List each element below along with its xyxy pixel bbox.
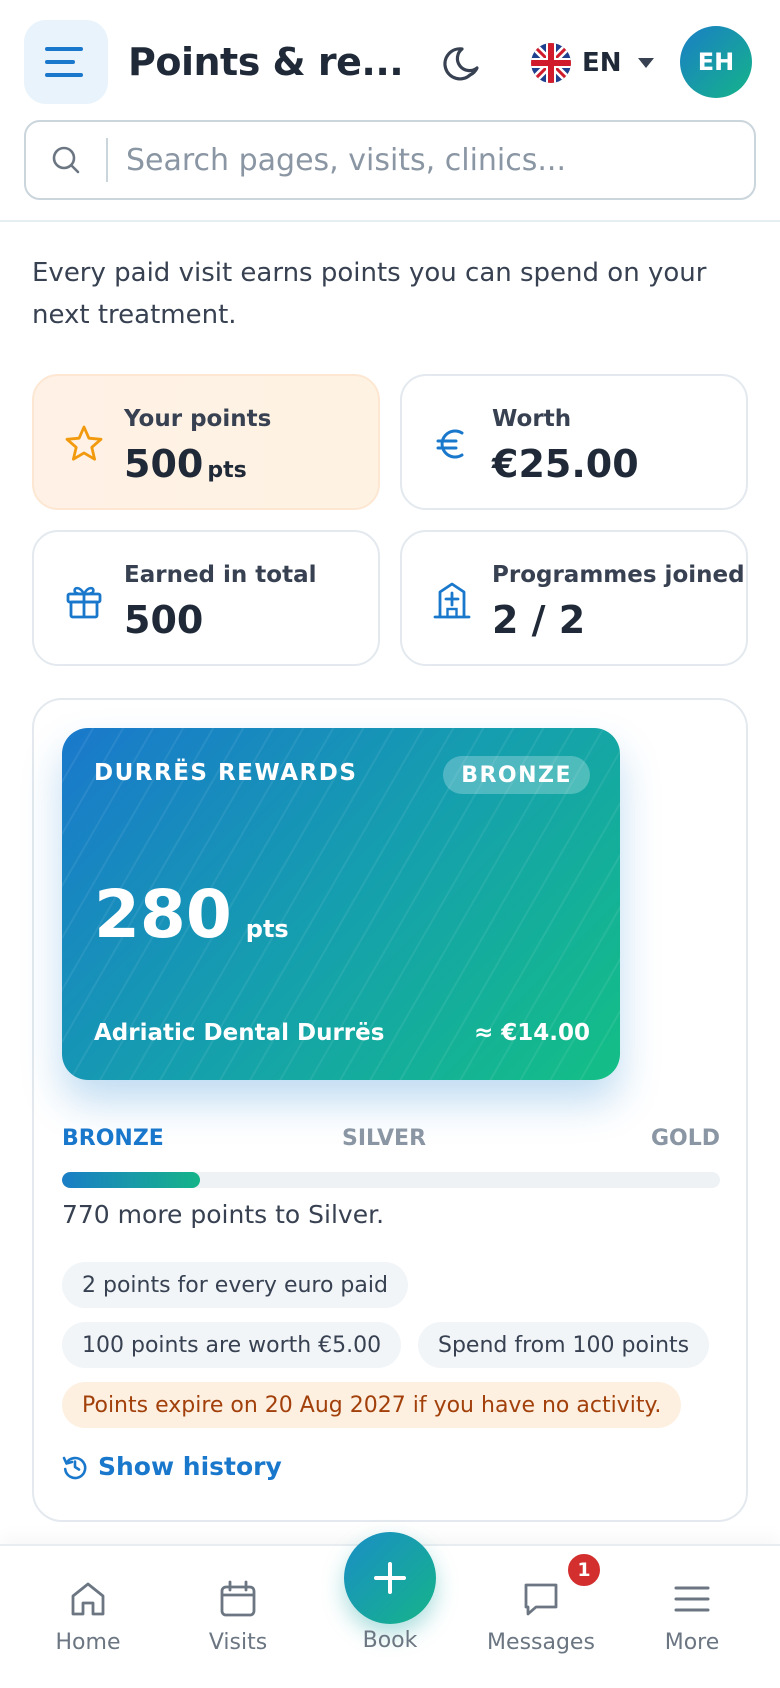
programmes-joined-card: Programmes joined 2 / 2 — [400, 530, 748, 666]
tier-badge: BRONZE — [443, 756, 590, 794]
points-unit: pts — [207, 458, 247, 483]
nav-more-label: More — [664, 1630, 720, 1655]
tier-progress-fill — [62, 1172, 201, 1188]
stat-label: Earned in total — [124, 562, 317, 588]
nav-visits[interactable]: Visits — [163, 1546, 313, 1688]
tier-silver: SILVER — [342, 1126, 427, 1151]
your-points-card: Your points 500 pts — [32, 374, 380, 510]
program-points: 280 — [94, 876, 232, 953]
hamburger-icon — [45, 47, 83, 77]
search-icon — [26, 122, 106, 198]
tier-gold: GOLD — [650, 1126, 720, 1151]
stat-label: Programmes joined — [492, 562, 745, 588]
search-bar — [24, 120, 756, 200]
star-icon — [65, 425, 103, 461]
calendar-icon — [220, 1580, 256, 1617]
nav-home-label: Home — [55, 1630, 121, 1655]
page-title: Points & re... — [128, 40, 404, 84]
language-selector[interactable]: EN — [530, 38, 654, 88]
show-history-link[interactable]: Show history — [62, 1452, 282, 1481]
nav-messages-label: Messages — [487, 1630, 595, 1655]
chevron-down-icon — [637, 58, 654, 68]
tier-bronze: BRONZE — [62, 1126, 164, 1151]
program-worth: ≈ €14.00 — [473, 1020, 590, 1046]
value-rate-chip: 100 points are worth €5.00 — [62, 1322, 402, 1368]
dark-mode-toggle-icon[interactable] — [440, 42, 484, 86]
nav-home[interactable]: Home — [13, 1546, 163, 1688]
program-points-unit: pts — [245, 915, 289, 943]
card-points: 280 pts — [94, 876, 289, 953]
intro-text: Every paid visit earns points you can sp… — [32, 258, 707, 330]
nav-visits-label: Visits — [208, 1630, 268, 1655]
menu-button[interactable] — [24, 20, 108, 104]
home-icon — [71, 1582, 105, 1616]
user-avatar[interactable]: EH — [680, 26, 752, 98]
clinic-icon — [433, 582, 471, 619]
program-name: DURRËS REWARDS — [94, 760, 358, 786]
clinic-name: Adriatic Dental Durrës — [94, 1020, 385, 1046]
history-icon — [62, 1456, 87, 1479]
book-button[interactable] — [344, 1532, 436, 1624]
progress-note: 770 more points to Silver. — [62, 1200, 385, 1229]
min-spend-chip: Spend from 100 points — [418, 1322, 710, 1368]
rewards-card[interactable]: DURRËS REWARDS BRONZE 280 pts Adriatic D… — [62, 728, 620, 1080]
worth-value: €25.00 — [492, 442, 639, 486]
nav-more[interactable]: More — [617, 1546, 767, 1688]
stat-value: 500 pts — [124, 442, 247, 486]
app-header: Points & re... EN EH — [0, 0, 780, 222]
messages-badge: 1 — [566, 1552, 602, 1588]
uk-flag-icon — [531, 43, 571, 83]
earned-total-card: Earned in total 500 — [32, 530, 380, 666]
expiry-notice: Points expire on 20 Aug 2027 if you have… — [62, 1382, 682, 1428]
stat-label: Your points — [124, 406, 272, 432]
plus-icon — [374, 1562, 406, 1594]
euro-icon — [436, 429, 464, 459]
earn-rate-chip: 2 points for every euro paid — [62, 1262, 408, 1308]
show-history-label: Show history — [98, 1452, 282, 1481]
tier-scale: BRONZE SILVER GOLD — [62, 1126, 720, 1156]
points-value: 500 — [124, 442, 204, 486]
rewards-program-panel: DURRËS REWARDS BRONZE 280 pts Adriatic D… — [32, 698, 748, 1522]
chat-bubble-icon — [524, 1583, 558, 1616]
programmes-value: 2 / 2 — [492, 598, 586, 642]
stat-label: Worth — [492, 406, 572, 432]
worth-card: Worth €25.00 — [400, 374, 748, 510]
language-code: EN — [582, 48, 622, 78]
book-label: Book — [362, 1628, 418, 1653]
gift-icon — [66, 586, 102, 619]
menu-lines-icon — [674, 1586, 710, 1612]
search-input[interactable] — [108, 142, 754, 178]
earned-value: 500 — [124, 598, 204, 642]
tier-progress-bar — [62, 1172, 720, 1188]
